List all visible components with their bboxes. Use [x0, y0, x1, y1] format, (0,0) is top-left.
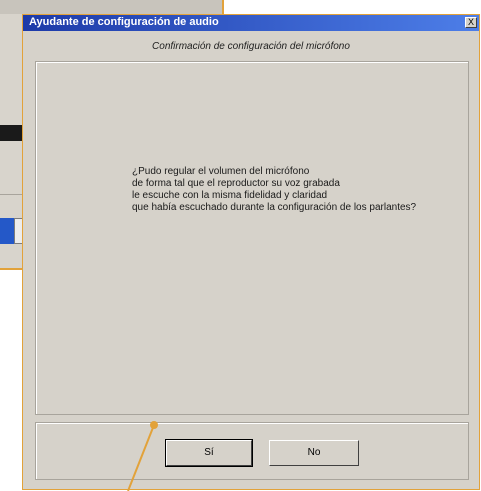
audio-setup-dialog: Ayudante de configuración de audio X Con… — [22, 14, 480, 490]
confirmation-message: ¿Pudo regular el volumen del micrófono d… — [132, 166, 416, 214]
message-line: ¿Pudo regular el volumen del micrófono — [132, 166, 310, 177]
content-panel: ¿Pudo regular el volumen del micrófono d… — [35, 61, 469, 415]
background-window-strip — [0, 0, 222, 14]
background-selected-item[interactable] — [0, 218, 14, 244]
dialog-title: Ayudante de configuración de audio — [29, 16, 219, 28]
close-icon: X — [467, 17, 474, 27]
close-button[interactable]: X — [465, 17, 477, 28]
message-line: de forma tal que el reproductor su voz g… — [132, 178, 340, 189]
message-line: que había escuchado durante la configura… — [132, 202, 417, 213]
button-panel: Sí No — [35, 422, 469, 480]
yes-button[interactable]: Sí — [165, 439, 253, 467]
dialog-subtitle: Confirmación de configuración del micróf… — [152, 41, 350, 52]
no-button[interactable]: No — [269, 440, 359, 466]
message-line: le escuche con la misma fidelidad y clar… — [132, 190, 328, 201]
titlebar: Ayudante de configuración de audio X — [23, 15, 479, 31]
